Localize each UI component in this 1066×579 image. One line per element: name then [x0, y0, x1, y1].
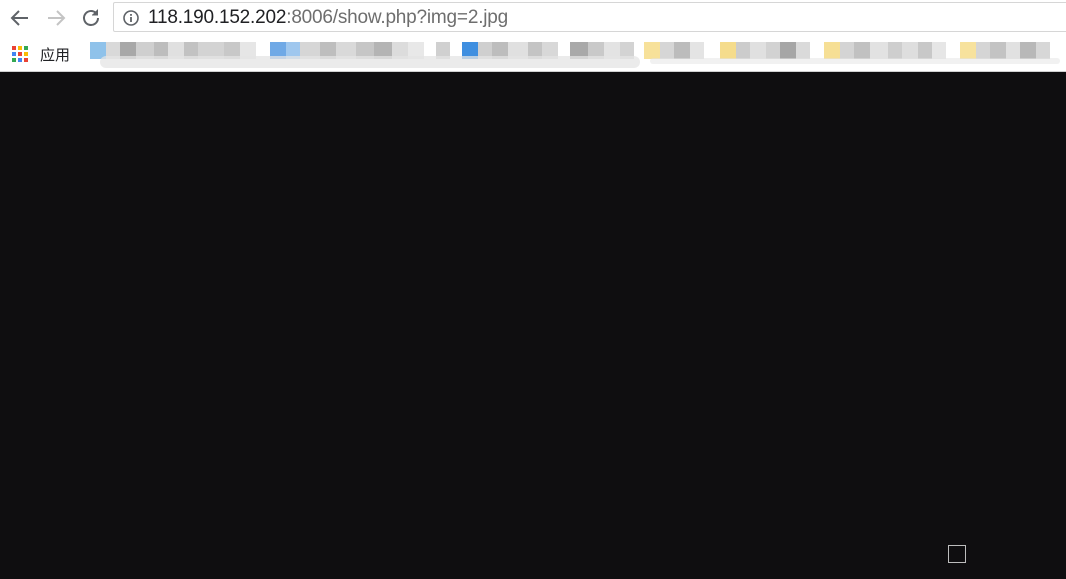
- browser-chrome: 118.190.152.202:8006/show.php?img=2.jpg …: [0, 0, 1066, 72]
- back-arrow-icon: [10, 10, 28, 26]
- broken-image-icon: [948, 545, 966, 563]
- apps-grid-icon: [12, 45, 29, 63]
- address-bar[interactable]: 118.190.152.202:8006/show.php?img=2.jpg: [113, 2, 1066, 32]
- reload-icon: [83, 9, 99, 26]
- url-text[interactable]: 118.190.152.202:8006/show.php?img=2.jpg: [148, 7, 508, 29]
- pixelation-smear: [100, 56, 640, 68]
- info-icon[interactable]: [122, 9, 140, 27]
- browser-toolbar: 118.190.152.202:8006/show.php?img=2.jpg: [0, 0, 1066, 36]
- bookmarks-bar: 应用: [0, 36, 1066, 70]
- apps-label: 应用: [40, 46, 71, 64]
- forward-button[interactable]: [44, 6, 68, 30]
- url-path: :8006/show.php?img=2.jpg: [286, 7, 509, 28]
- apps-shortcut[interactable]: 应用: [12, 44, 70, 64]
- url-host: 118.190.152.202: [148, 7, 287, 28]
- reload-button[interactable]: [79, 6, 103, 30]
- pixelation-smear: [650, 58, 1060, 64]
- back-button[interactable]: [8, 6, 32, 30]
- forward-arrow-icon: [48, 10, 66, 26]
- page-content: [0, 72, 1066, 579]
